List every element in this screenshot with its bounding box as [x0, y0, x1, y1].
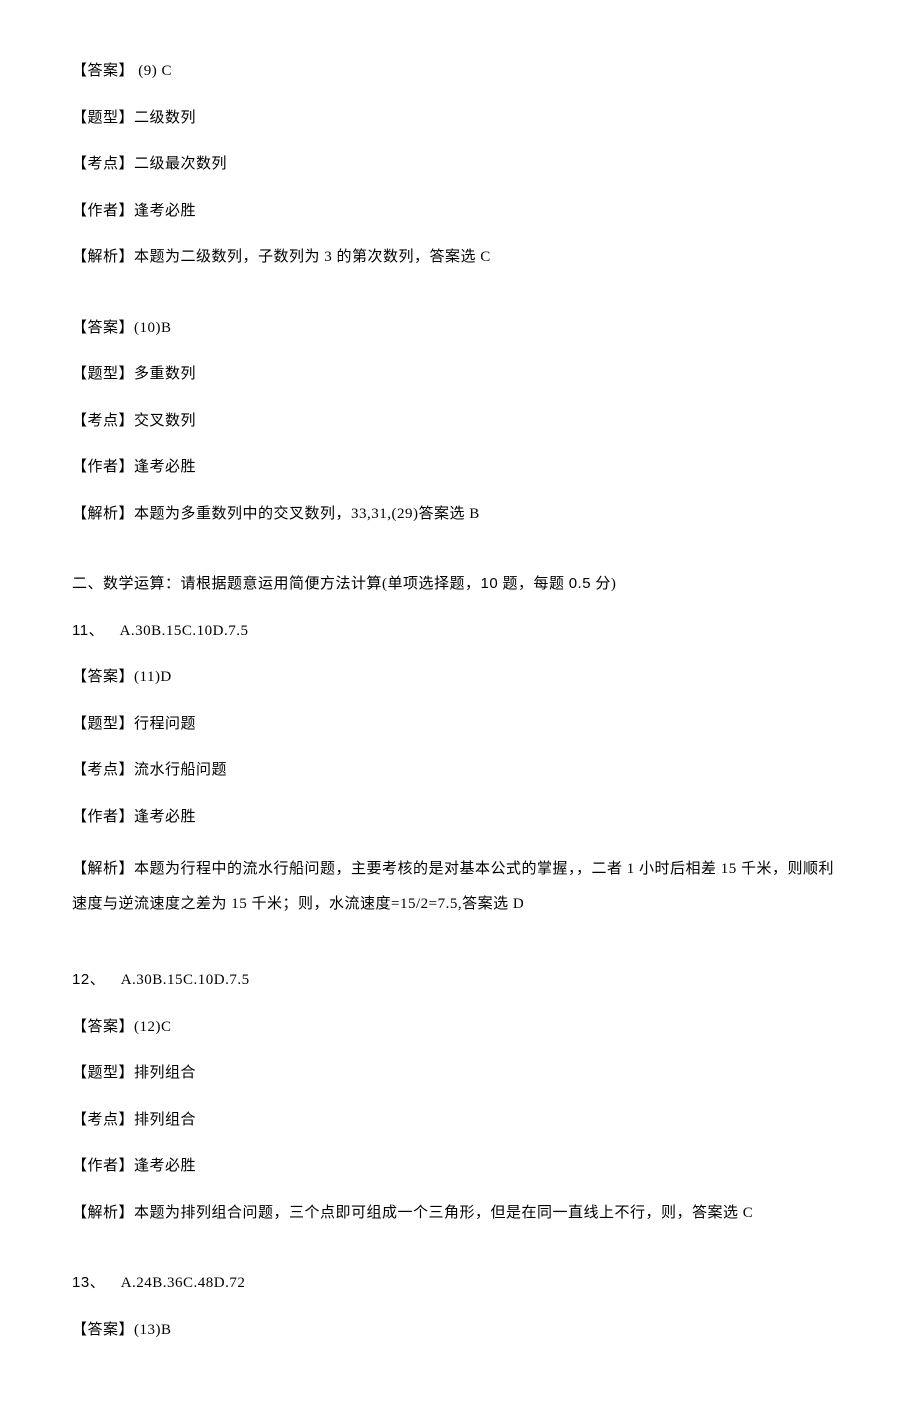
q12-answer: 【答案】(12)C: [72, 1016, 848, 1039]
section-heading-score: 0.5: [569, 575, 591, 592]
gap: [72, 293, 848, 317]
q12-sep: 、: [90, 972, 121, 988]
section-heading-count: 10: [481, 575, 499, 592]
q11-point: 【考点】流水行船问题: [72, 759, 848, 782]
q12-type: 【题型】排列组合: [72, 1062, 848, 1085]
q9-type: 【题型】二级数列: [72, 107, 848, 130]
q11-analysis: 【解析】本题为行程中的流水行船问题，主要考核的是对基本公式的掌握，，二者 1 小…: [72, 852, 848, 921]
q13-sep: 、: [90, 1275, 121, 1291]
q11-type: 【题型】行程问题: [72, 713, 848, 736]
gap: [72, 549, 848, 573]
section-2-heading: 二、数学运算：请根据题意运用简便方法计算(单项选择题，10 题，每题 0.5 分…: [72, 573, 848, 596]
q10-answer: 【答案】(10)B: [72, 317, 848, 340]
q10-point: 【考点】交叉数列: [72, 410, 848, 433]
q13-number: 13: [72, 1274, 90, 1291]
document-page: 【答案】 (9) C 【题型】二级数列 【考点】二级最次数列 【作者】逢考必胜 …: [0, 0, 920, 1425]
q9-author: 【作者】逢考必胜: [72, 200, 848, 223]
gap: [72, 1248, 848, 1272]
q11-answer: 【答案】(11)D: [72, 666, 848, 689]
q11-stem: 11、 A.30B.15C.10D.7.5: [72, 620, 848, 643]
q11-options: A.30B.15C.10D.7.5: [120, 623, 249, 639]
gap: [72, 945, 848, 969]
q13-options: A.24B.36C.48D.72: [121, 1275, 246, 1291]
q11-sep: 、: [89, 623, 120, 639]
q13-answer: 【答案】(13)B: [72, 1319, 848, 1342]
q10-analysis: 【解析】本题为多重数列中的交叉数列，33,31,(29)答案选 B: [72, 503, 848, 526]
q10-author: 【作者】逢考必胜: [72, 456, 848, 479]
q12-options: A.30B.15C.10D.7.5: [121, 972, 250, 988]
q11-author: 【作者】逢考必胜: [72, 806, 848, 829]
section-heading-end: 分): [591, 576, 616, 592]
q10-type: 【题型】多重数列: [72, 363, 848, 386]
q11-number: 11: [72, 622, 89, 639]
section-heading-post: 题，每题: [498, 576, 569, 592]
q12-stem: 12、 A.30B.15C.10D.7.5: [72, 969, 848, 992]
q12-analysis: 【解析】本题为排列组合问题，三个点即可组成一个三角形，但是在同一直线上不行，则，…: [72, 1202, 848, 1225]
q9-analysis: 【解析】本题为二级数列，子数列为 3 的第次数列，答案选 C: [72, 246, 848, 269]
q12-point: 【考点】排列组合: [72, 1109, 848, 1132]
q9-point: 【考点】二级最次数列: [72, 153, 848, 176]
q12-number: 12: [72, 971, 90, 988]
q12-author: 【作者】逢考必胜: [72, 1155, 848, 1178]
section-heading-pre: 二、数学运算：请根据题意运用简便方法计算(单项选择题，: [72, 576, 481, 592]
q9-answer: 【答案】 (9) C: [72, 60, 848, 83]
q13-stem: 13、 A.24B.36C.48D.72: [72, 1272, 848, 1295]
